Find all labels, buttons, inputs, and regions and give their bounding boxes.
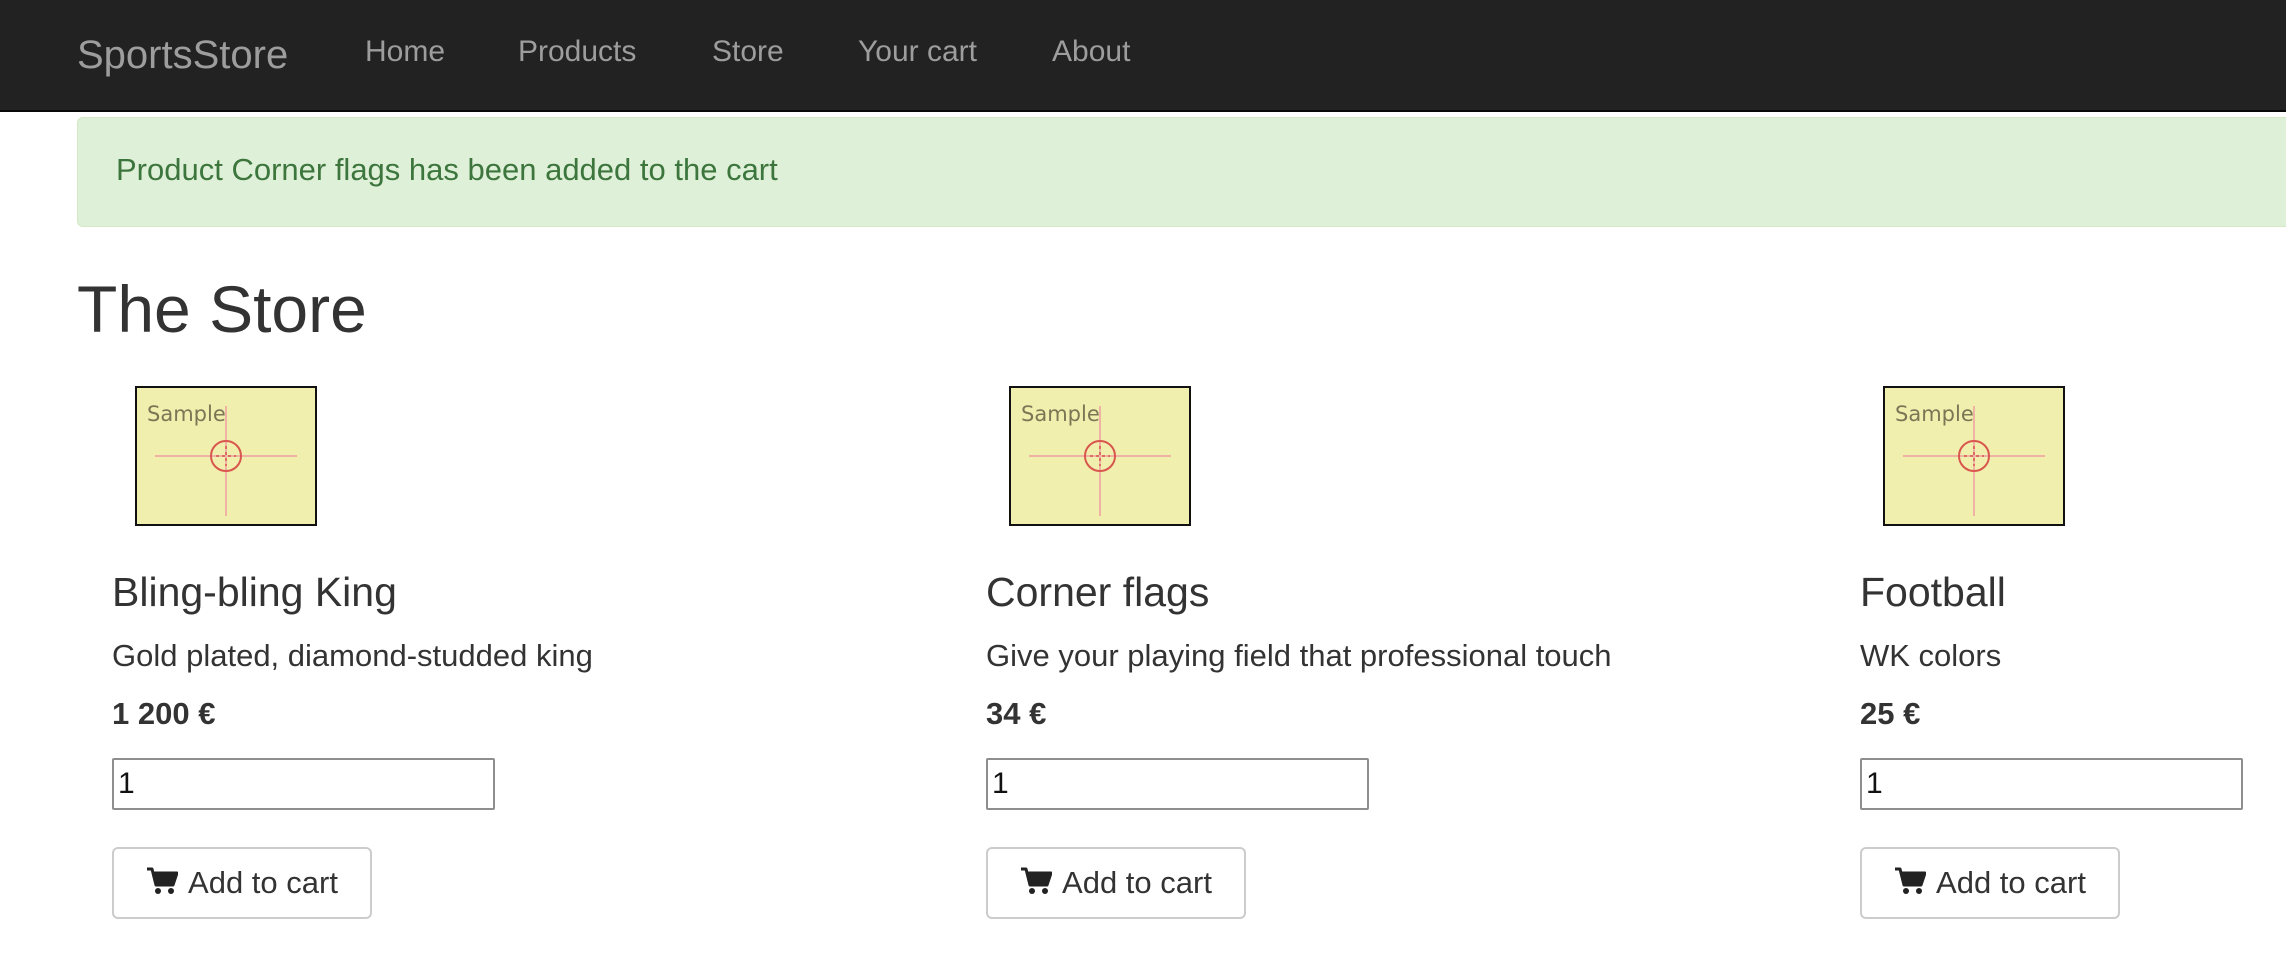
product-thumbnail: Sample xyxy=(135,386,317,526)
add-to-cart-label: Add to cart xyxy=(188,865,338,900)
product-thumbnail: Sample xyxy=(1009,386,1191,526)
product-description: Gold plated, diamond-studded king xyxy=(112,638,593,673)
add-to-cart-button[interactable]: Add to cart xyxy=(1860,847,2120,919)
quantity-input[interactable] xyxy=(112,758,495,810)
cart-icon xyxy=(1895,867,1927,894)
page-title: The Store xyxy=(77,272,367,346)
add-to-cart-label: Add to cart xyxy=(1062,865,1212,900)
brand-link[interactable]: SportsStore xyxy=(77,28,288,82)
thumbnail-label: Sample xyxy=(1021,402,1100,426)
nav-products[interactable]: Products xyxy=(518,30,636,74)
navbar: SportsStore Home Products Store Your car… xyxy=(0,0,2286,112)
product-name: Bling-bling King xyxy=(112,569,397,615)
cart-icon xyxy=(147,867,179,894)
add-to-cart-button[interactable]: Add to cart xyxy=(112,847,372,919)
thumbnail-label: Sample xyxy=(147,402,226,426)
product-card: Sample Corner flags Give your playing fi… xyxy=(951,386,1751,946)
product-name: Football xyxy=(1860,569,2006,615)
alert-message: Product Corner flags has been added to t… xyxy=(116,152,778,187)
nav-home[interactable]: Home xyxy=(365,30,445,74)
add-to-cart-label: Add to cart xyxy=(1936,865,2086,900)
product-price: 34 € xyxy=(986,696,1047,731)
nav-about[interactable]: About xyxy=(1052,30,1130,74)
quantity-input[interactable] xyxy=(986,758,1369,810)
success-alert: Product Corner flags has been added to t… xyxy=(77,117,2286,227)
product-card: Sample Bling-bling King Gold plated, dia… xyxy=(77,386,877,946)
product-description: Give your playing field that professiona… xyxy=(986,638,1612,673)
quantity-input[interactable] xyxy=(1860,758,2243,810)
product-name: Corner flags xyxy=(986,569,1210,615)
product-description: WK colors xyxy=(1860,638,2002,673)
thumbnail-label: Sample xyxy=(1895,402,1974,426)
cart-icon xyxy=(1021,867,1053,894)
add-to-cart-button[interactable]: Add to cart xyxy=(986,847,1246,919)
product-thumbnail: Sample xyxy=(1883,386,2065,526)
nav-your-cart[interactable]: Your cart xyxy=(858,30,977,74)
product-price: 1 200 € xyxy=(112,696,216,731)
product-card: Sample Football WK colors 25 € Add to ca… xyxy=(1825,386,2286,946)
nav-store[interactable]: Store xyxy=(712,30,784,74)
product-price: 25 € xyxy=(1860,696,1921,731)
